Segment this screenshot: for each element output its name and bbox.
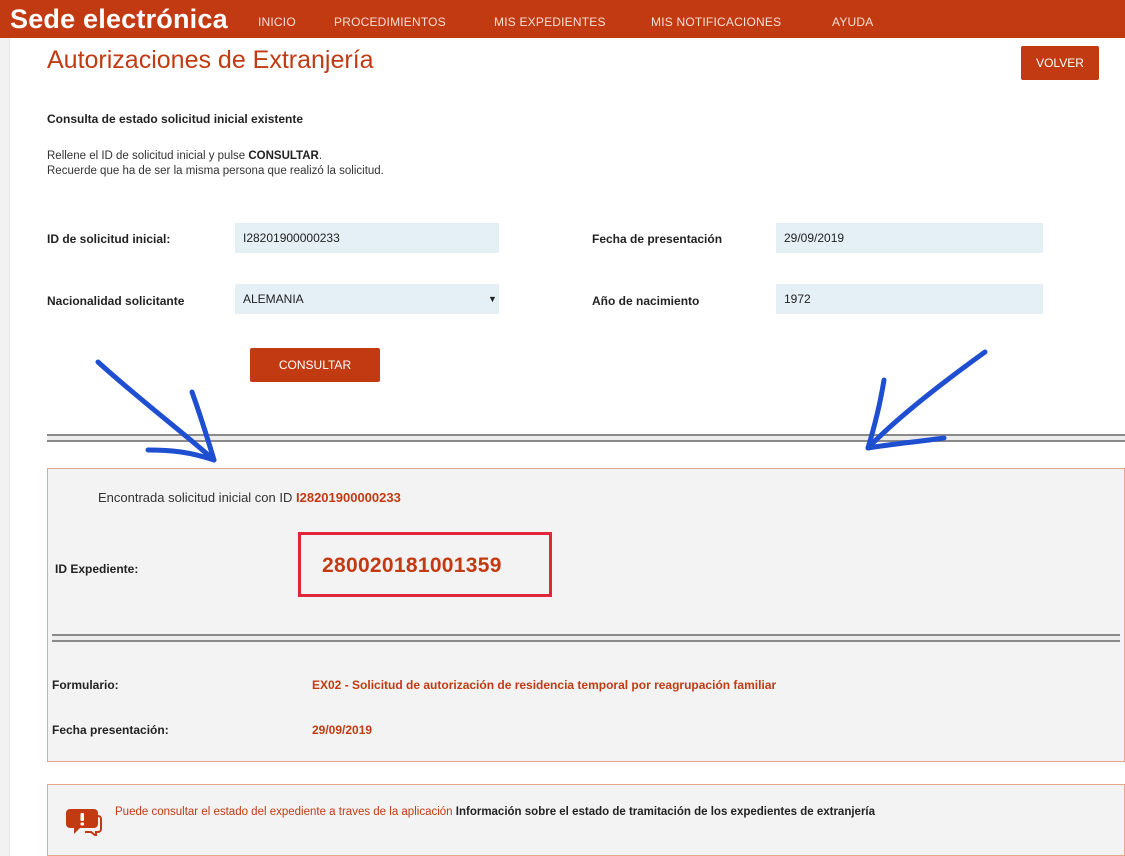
found-prefix: Encontrada solicitud inicial con ID bbox=[98, 490, 296, 505]
found-id: I28201900000233 bbox=[296, 490, 401, 505]
volver-button[interactable]: VOLVER bbox=[1021, 46, 1099, 80]
section-subtitle: Consulta de estado solicitud inicial exi… bbox=[47, 112, 304, 126]
nav-procedimientos[interactable]: PROCEDIMIENTOS bbox=[334, 15, 446, 29]
ano-nacimiento-input[interactable]: 1972 bbox=[776, 284, 1043, 314]
nav-ayuda[interactable]: AYUDA bbox=[832, 15, 873, 29]
instruction-suffix: . bbox=[318, 150, 323, 162]
nav-mis-notificaciones[interactable]: MIS NOTIFICACIONES bbox=[651, 15, 781, 29]
nacionalidad-select[interactable]: ALEMANIA bbox=[235, 284, 499, 314]
info-text: Puede consultar el estado del expediente… bbox=[115, 806, 456, 818]
info-message: Puede consultar el estado del expediente… bbox=[115, 806, 875, 818]
chat-warning-icon bbox=[66, 809, 102, 836]
result-panel bbox=[47, 468, 1125, 762]
section-divider bbox=[47, 434, 1125, 442]
instruction-prefix: Rellene el ID de solicitud inicial y pul… bbox=[47, 150, 249, 162]
info-link[interactable]: Información sobre el estado de tramitaci… bbox=[456, 806, 875, 818]
result-divider bbox=[52, 634, 1120, 642]
left-edge-panel bbox=[0, 38, 10, 856]
nav-inicio[interactable]: INICIO bbox=[258, 15, 296, 29]
fecha-presentacion-label: Fecha de presentación bbox=[592, 232, 723, 246]
ano-nacimiento-label: Año de nacimiento bbox=[592, 294, 700, 308]
id-solicitud-input[interactable]: I28201900000233 bbox=[235, 223, 499, 253]
fecha-presentacion-result-value: 29/09/2019 bbox=[312, 723, 373, 737]
found-message: Encontrada solicitud inicial con ID I282… bbox=[98, 490, 401, 505]
expediente-label: ID Expediente: bbox=[55, 562, 139, 576]
annotation-arrow-left-head bbox=[145, 389, 217, 463]
info-panel bbox=[47, 784, 1125, 856]
dropdown-caret-icon[interactable]: ▼ bbox=[488, 294, 497, 304]
formulario-value: EX02 - Solicitud de autorización de resi… bbox=[312, 678, 777, 692]
instruction-line-2: Recuerde que ha de ser la misma persona … bbox=[47, 165, 384, 177]
expediente-value: 280020181001359 bbox=[322, 554, 502, 577]
nacionalidad-label: Nacionalidad solicitante bbox=[47, 294, 185, 308]
formulario-label: Formulario: bbox=[52, 678, 119, 692]
fecha-presentacion-input[interactable]: 29/09/2019 bbox=[776, 223, 1043, 253]
fecha-presentacion-result-label: Fecha presentación: bbox=[52, 723, 169, 737]
instruction-action: CONSULTAR bbox=[248, 150, 319, 162]
site-brand[interactable]: Sede electrónica bbox=[10, 4, 228, 35]
consultar-button[interactable]: CONSULTAR bbox=[250, 348, 380, 382]
nav-mis-expedientes[interactable]: MIS EXPEDIENTES bbox=[494, 15, 606, 29]
top-navigation-bar: Sede electrónica INICIO PROCEDIMIENTOS M… bbox=[0, 0, 1125, 38]
annotation-arrow-left bbox=[95, 359, 217, 463]
page-title: Autorizaciones de Extranjería bbox=[47, 46, 374, 74]
instruction-line-1: Rellene el ID de solicitud inicial y pul… bbox=[47, 150, 322, 162]
id-solicitud-label: ID de solicitud inicial: bbox=[47, 232, 171, 246]
